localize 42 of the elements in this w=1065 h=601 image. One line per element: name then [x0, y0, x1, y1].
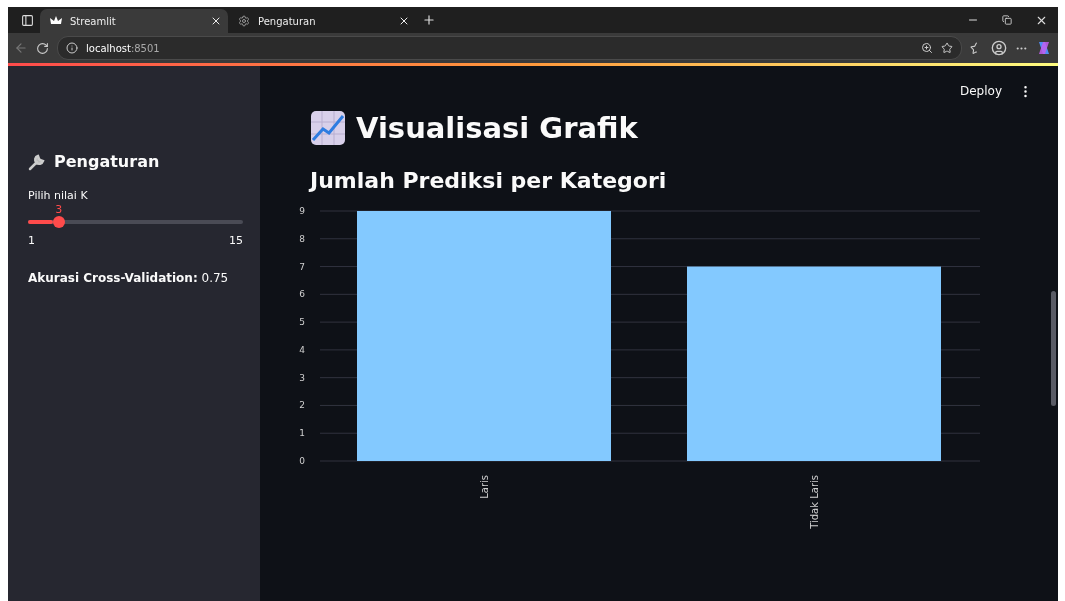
y-tick-label: 8 — [299, 233, 305, 244]
reload-icon[interactable] — [36, 41, 49, 55]
slider-min: 1 — [28, 234, 35, 247]
y-tick-label: 1 — [299, 428, 305, 439]
browser-tab[interactable]: Streamlit — [40, 9, 228, 33]
scrollbar-thumb[interactable] — [1051, 291, 1056, 406]
y-tick-label: 0 — [299, 456, 305, 466]
browser-tab[interactable]: Pengaturan — [228, 9, 416, 33]
sidebar-title: Pengaturan — [54, 152, 160, 171]
slider-value: 3 — [55, 203, 63, 216]
close-icon[interactable] — [398, 15, 410, 27]
tab-title: Pengaturan — [258, 15, 317, 27]
y-tick-label: 9 — [299, 206, 305, 216]
y-tick-label: 7 — [299, 261, 305, 272]
y-tick-label: 3 — [299, 372, 305, 383]
crown-icon — [50, 16, 62, 26]
y-tick-label: 6 — [299, 289, 305, 300]
tab-title: Streamlit — [70, 15, 117, 27]
gear-icon — [238, 15, 250, 27]
colorful-logo-icon[interactable] — [1036, 40, 1052, 56]
zoom-icon[interactable] — [921, 42, 933, 54]
avatar-icon[interactable] — [991, 40, 1007, 56]
accuracy-text: Akurasi Cross-Validation: 0.75 — [28, 271, 230, 285]
page-title: Visualisasi Grafik — [356, 111, 638, 145]
y-tick-label: 2 — [299, 400, 305, 411]
star-icon[interactable] — [941, 42, 953, 54]
y-tick-label: 5 — [299, 317, 305, 328]
url-text: localhost:8501 — [86, 42, 161, 54]
slider-thumb[interactable] — [52, 216, 65, 228]
x-category-label: Tidak Laris — [809, 475, 820, 529]
x-category-label: Laris — [479, 475, 490, 499]
chart-heading: Jumlah Prediksi per Kategori — [310, 168, 668, 193]
address-field[interactable]: localhost:8501 — [57, 36, 962, 60]
wrench-icon — [28, 152, 46, 171]
back-icon[interactable] — [14, 41, 28, 55]
close-icon[interactable] — [210, 15, 222, 27]
y-tick-label: 4 — [299, 344, 305, 355]
slider-label: Pilih nilai K — [28, 189, 89, 202]
info-icon — [66, 42, 78, 54]
chart-icon — [310, 110, 346, 146]
deploy-button[interactable]: Deploy — [955, 82, 1006, 100]
slider-max: 15 — [229, 234, 243, 247]
